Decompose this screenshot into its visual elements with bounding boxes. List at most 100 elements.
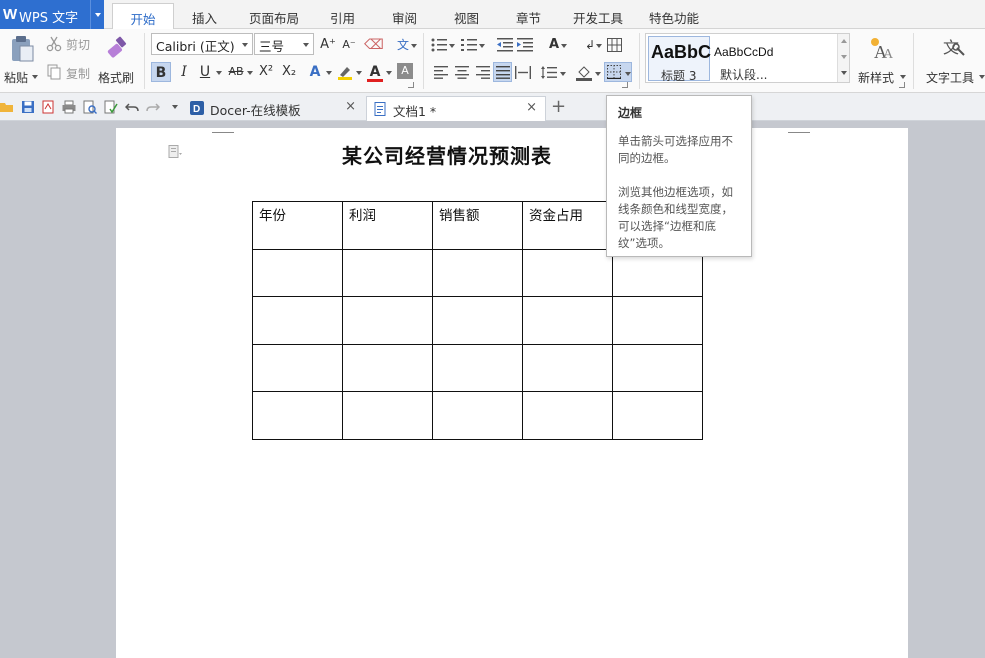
tab-review[interactable]: 审阅 [392, 8, 417, 27]
borders-dropdown-icon[interactable] [625, 72, 631, 76]
tab-chapter[interactable]: 章节 [516, 8, 541, 27]
table-cell[interactable] [342, 391, 433, 440]
bold-button[interactable]: B [151, 62, 171, 82]
export-pdf-icon[interactable] [41, 100, 55, 114]
close-icon[interactable]: × [345, 99, 356, 114]
font-size-select[interactable]: 三号 [254, 33, 314, 55]
highlight-dropdown-icon[interactable] [356, 71, 362, 75]
table-insert-button[interactable] [606, 35, 624, 55]
text-tools-button[interactable]: 文 文字工具 [922, 33, 985, 89]
document-title[interactable]: 某公司经营情况预测表 [342, 140, 552, 169]
table-header-cell[interactable]: 利润 [342, 201, 433, 250]
font-dialog-launcher-icon[interactable] [408, 82, 414, 88]
new-style-button[interactable]: A A 新样式 [855, 33, 907, 89]
table-cell[interactable] [252, 248, 343, 298]
quick-access-dropdown-icon[interactable] [172, 105, 178, 109]
strikethrough-dropdown-icon[interactable] [247, 71, 253, 75]
font-color-button[interactable]: A [366, 62, 384, 82]
table-cell[interactable] [432, 248, 523, 298]
bullets-button[interactable] [430, 35, 456, 55]
print-preview-icon[interactable] [83, 100, 97, 114]
table-cell[interactable] [342, 248, 433, 298]
table-cell[interactable] [522, 248, 613, 298]
paragraph-options-icon[interactable] [168, 145, 182, 159]
tab-docer-templates[interactable]: D Docer-在线模板 × [184, 96, 364, 121]
align-center-button[interactable] [453, 63, 471, 83]
paste-button[interactable]: 粘贴 [4, 33, 40, 89]
chevron-down-icon[interactable] [841, 55, 847, 59]
table-header-cell[interactable]: 资金占用 [522, 201, 613, 250]
italic-button[interactable]: I [175, 62, 193, 82]
tab-page-layout[interactable]: 页面布局 [249, 8, 299, 27]
save-icon[interactable] [21, 100, 35, 114]
subscript-button[interactable]: X₂ [279, 62, 299, 82]
align-right-button[interactable] [474, 63, 492, 83]
borders-button[interactable] [604, 62, 632, 82]
shading-button[interactable] [575, 63, 601, 83]
table-cell[interactable] [612, 391, 703, 440]
table-header-cell[interactable]: 销售额 [432, 201, 523, 250]
text-effect-button[interactable]: A [306, 62, 324, 82]
table-cell[interactable] [252, 343, 343, 393]
print-icon[interactable] [62, 100, 76, 114]
app-menu-dropdown-icon[interactable] [90, 0, 104, 29]
styles-scrollbar[interactable] [837, 34, 849, 82]
tab-document-1[interactable]: 文档1 * × [366, 96, 546, 121]
table-cell[interactable] [252, 296, 343, 345]
table-cell[interactable] [522, 391, 613, 440]
shrink-font-button[interactable]: A⁻ [339, 35, 359, 55]
table-cell[interactable] [612, 343, 703, 393]
document-page[interactable]: 某公司经营情况预测表 年份 利润 销售额 资金占用 [116, 128, 908, 658]
table-cell[interactable] [432, 343, 523, 393]
spell-check-icon[interactable] [104, 100, 118, 114]
underline-dropdown-icon[interactable] [216, 71, 222, 75]
table-cell[interactable] [342, 296, 433, 345]
table-cell[interactable] [252, 391, 343, 440]
undo-icon[interactable] [125, 100, 139, 114]
more-styles-icon[interactable] [841, 71, 847, 75]
table-cell[interactable] [432, 391, 523, 440]
table-cell[interactable] [612, 296, 703, 345]
style-default-paragraph[interactable]: AaBbCcDd 默认段... [714, 36, 834, 82]
decrease-indent-button[interactable] [496, 35, 514, 55]
tab-insert[interactable]: 插入 [192, 8, 217, 27]
clear-format-button[interactable]: ⌫ [364, 35, 384, 55]
format-painter-button[interactable]: 格式刷 [96, 33, 136, 89]
paste-dropdown-icon[interactable] [32, 75, 38, 79]
table-cell[interactable] [522, 343, 613, 393]
tab-special[interactable]: 特色功能 [649, 8, 699, 27]
paragraph-dialog-launcher-icon[interactable] [622, 82, 628, 88]
phonetic-guide-button[interactable]: 文 [389, 35, 417, 55]
text-effect-dropdown-icon[interactable] [326, 71, 332, 75]
strikethrough-button[interactable]: AB [226, 62, 246, 82]
tab-view[interactable]: 视图 [454, 8, 479, 27]
style-heading-3[interactable]: AaBbC 标题 3 [648, 36, 711, 83]
tab-developer[interactable]: 开发工具 [573, 8, 623, 27]
font-name-select[interactable]: Calibri (正文) [151, 33, 253, 55]
increase-indent-button[interactable] [516, 35, 534, 55]
redo-icon[interactable] [146, 100, 160, 114]
numbering-button[interactable] [460, 35, 486, 55]
font-color-dropdown-icon[interactable] [386, 71, 392, 75]
distributed-align-button[interactable] [514, 63, 532, 83]
table-cell[interactable] [432, 296, 523, 345]
app-menu-button[interactable]: W WPS 文字 [0, 0, 104, 29]
table-cell[interactable] [522, 296, 613, 345]
highlight-button[interactable] [336, 62, 354, 82]
underline-button[interactable]: U [196, 62, 214, 82]
open-folder-icon[interactable] [0, 100, 14, 114]
superscript-button[interactable]: X² [256, 62, 276, 82]
align-left-button[interactable] [432, 63, 450, 83]
close-icon[interactable]: × [526, 100, 537, 115]
line-spacing-button[interactable] [540, 63, 566, 83]
sort-button[interactable]: ↲ [577, 35, 603, 55]
chevron-up-icon[interactable] [841, 39, 847, 43]
justify-button[interactable] [493, 62, 512, 82]
char-shading-button[interactable]: A [397, 63, 413, 79]
tab-home[interactable]: 开始 [112, 3, 174, 30]
grow-font-button[interactable]: A⁺ [318, 35, 338, 55]
table-cell[interactable] [342, 343, 433, 393]
new-tab-button[interactable]: + [551, 96, 566, 117]
tab-references[interactable]: 引用 [330, 8, 355, 27]
styles-dialog-launcher-icon[interactable] [899, 82, 905, 88]
